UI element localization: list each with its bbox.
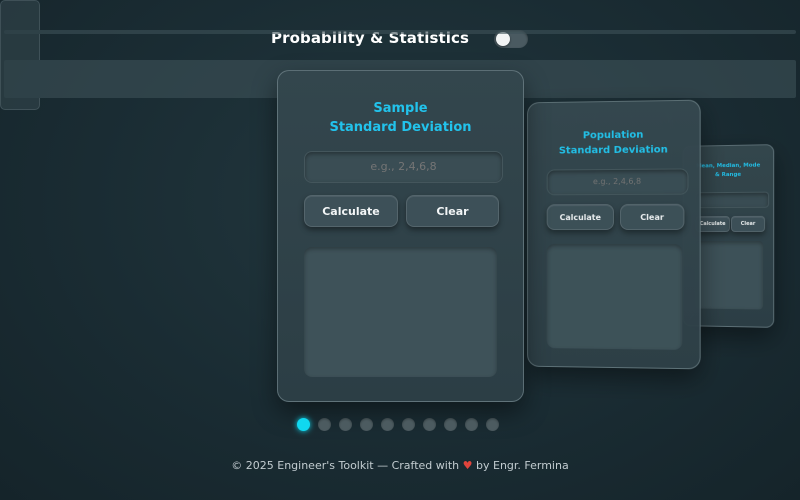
carousel-dot[interactable] — [486, 418, 499, 431]
carousel-dot[interactable] — [465, 418, 478, 431]
card-title-line1: Sample — [373, 101, 427, 116]
card-title-line2: Standard Deviation — [329, 120, 471, 135]
card-field — [4, 30, 796, 34]
card-title: Population Standard Deviation — [528, 127, 700, 159]
carousel-pagination — [297, 418, 499, 431]
heart-icon: ♥ — [463, 459, 473, 472]
carousel-dot[interactable] — [360, 418, 373, 431]
card-title-line2: & Range — [715, 172, 741, 178]
calculator-card-population-sd[interactable]: Population Standard Deviation Calculate … — [527, 100, 701, 370]
carousel-dot[interactable] — [381, 418, 394, 431]
footer: © 2025 Engineer's Toolkit — Crafted with… — [0, 459, 800, 472]
result-area — [547, 244, 683, 350]
card-title-line2: Standard Deviation — [559, 144, 668, 156]
carousel-dot[interactable] — [339, 418, 352, 431]
card-title-line1: Mean, Median, Mode — [696, 163, 760, 170]
card-title: Sample Standard Deviation — [278, 99, 523, 137]
data-input[interactable] — [695, 192, 769, 209]
clear-button[interactable]: Clear — [620, 204, 684, 230]
calculate-button[interactable]: Calculate — [547, 204, 614, 230]
toggle-knob — [496, 32, 510, 46]
result-area — [695, 241, 763, 310]
carousel-dot[interactable] — [402, 418, 415, 431]
footer-prefix: © 2025 Engineer's Toolkit — Crafted with — [231, 459, 459, 472]
carousel-dot[interactable] — [318, 418, 331, 431]
carousel-dot[interactable] — [297, 418, 310, 431]
footer-suffix: by Engr. Fermina — [476, 459, 569, 472]
calculate-button[interactable]: Calculate — [304, 195, 398, 227]
result-area — [304, 247, 497, 377]
carousel-dot[interactable] — [423, 418, 436, 431]
clear-button[interactable]: Clear — [731, 216, 765, 232]
data-input[interactable] — [304, 151, 503, 183]
calculator-card-4[interactable] — [0, 0, 40, 110]
calculator-card-sample-sd[interactable]: Sample Standard Deviation Calculate Clea… — [277, 70, 524, 402]
clear-button[interactable]: Clear — [406, 195, 499, 227]
data-input[interactable] — [547, 168, 689, 195]
carousel-dot[interactable] — [444, 418, 457, 431]
card-title-line1: Population — [583, 130, 644, 142]
